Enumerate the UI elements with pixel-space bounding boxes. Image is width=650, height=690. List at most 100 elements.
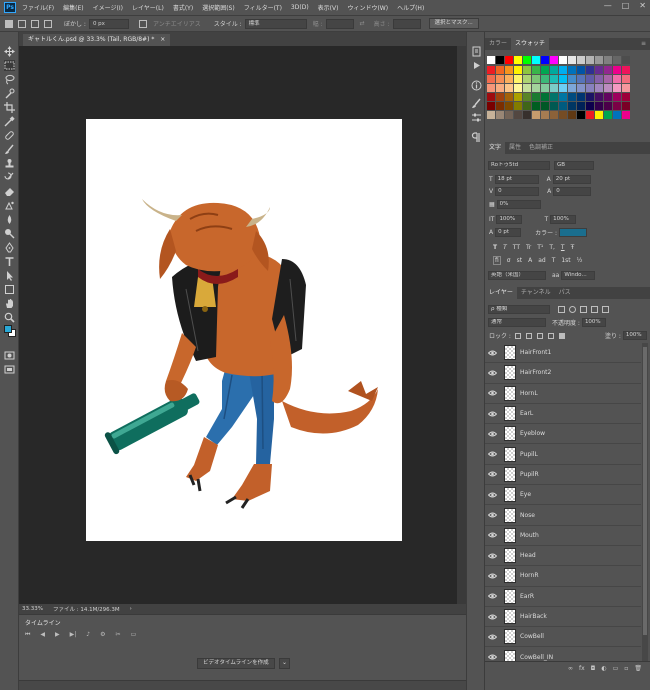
eyedropper-tool-icon[interactable]	[4, 116, 15, 127]
lock-position-icon[interactable]	[536, 332, 543, 339]
swash-button[interactable]: A	[528, 257, 532, 264]
feather-input[interactable]: 0 px	[88, 18, 129, 29]
horizontal-scale-input[interactable]: 100%	[550, 215, 577, 224]
layers-scrollbar-thumb[interactable]	[643, 347, 647, 635]
menu-help[interactable]: ヘルプ(H)	[397, 3, 424, 12]
brush-settings-icon[interactable]	[471, 98, 482, 109]
swatch-52[interactable]	[523, 93, 531, 101]
swatch-51[interactable]	[514, 93, 522, 101]
visibility-eye-icon[interactable]	[485, 350, 499, 356]
swatch-24[interactable]	[559, 75, 567, 83]
properties-icon[interactable]	[471, 112, 482, 123]
swatch-top-6[interactable]	[541, 56, 549, 64]
subtract-selection-icon[interactable]	[31, 19, 39, 28]
swatch-top-9[interactable]	[568, 56, 576, 64]
previous-frame-icon[interactable]: ◀	[40, 631, 45, 641]
visibility-eye-icon[interactable]	[485, 532, 499, 538]
swatch-65[interactable]	[496, 102, 504, 110]
filter-adjustment-icon[interactable]	[569, 306, 576, 313]
layer-row[interactable]: HornR	[485, 566, 641, 587]
swatch-21[interactable]	[532, 75, 540, 83]
faux-italic-button[interactable]: T	[503, 244, 507, 251]
swatch-47[interactable]	[622, 84, 630, 92]
quick-mask-icon[interactable]	[4, 350, 15, 361]
stylistic-alternates-button[interactable]: ad	[538, 257, 546, 264]
swatch-11[interactable]	[586, 66, 594, 74]
swatch-9[interactable]	[568, 66, 576, 74]
add-selection-icon[interactable]	[18, 19, 26, 28]
maximize-button[interactable]: □	[622, 1, 630, 10]
swatch-74[interactable]	[577, 102, 585, 110]
layer-row[interactable]: EarL	[485, 404, 641, 425]
zoom-level[interactable]: 33.33%	[22, 606, 43, 612]
paragraph-panel-icon[interactable]	[471, 132, 482, 143]
swatch-48[interactable]	[487, 93, 495, 101]
swatch-16[interactable]	[487, 75, 495, 83]
info-panel-icon[interactable]	[471, 80, 482, 91]
swatch-93[interactable]	[604, 111, 612, 119]
type-tool-icon[interactable]	[4, 256, 15, 267]
tracking-input[interactable]: 0	[553, 187, 592, 196]
lock-artboard-icon[interactable]	[547, 332, 554, 339]
swatch-38[interactable]	[541, 84, 549, 92]
swatch-72[interactable]	[559, 102, 567, 110]
close-button[interactable]: ✕	[639, 1, 646, 10]
swatch-70[interactable]	[541, 102, 549, 110]
swatch-30[interactable]	[613, 75, 621, 83]
minimize-button[interactable]: —	[604, 1, 612, 10]
style-select[interactable]: 標準	[244, 18, 307, 29]
go-to-first-frame-icon[interactable]: ⏮	[25, 631, 30, 641]
swatch-top-7[interactable]	[550, 56, 558, 64]
swatch-33[interactable]	[496, 84, 504, 92]
swatch-86[interactable]	[541, 111, 549, 119]
swatch-68[interactable]	[523, 102, 531, 110]
gradient-tool-icon[interactable]	[4, 200, 15, 211]
swatch-73[interactable]	[568, 102, 576, 110]
swatch-top-2[interactable]	[505, 56, 513, 64]
swatch-top-8[interactable]	[559, 56, 567, 64]
swatch-94[interactable]	[613, 111, 621, 119]
add-mask-icon[interactable]: ◘	[591, 665, 596, 672]
layer-row[interactable]: HairBack	[485, 607, 641, 628]
swatch-95[interactable]	[622, 111, 630, 119]
swap-icon[interactable]: ⇄	[360, 20, 365, 27]
discretionary-ligature-button[interactable]: st	[517, 257, 522, 264]
settings-icon[interactable]: ⚙	[100, 631, 105, 641]
swatch-12[interactable]	[595, 66, 603, 74]
swatch-32[interactable]	[487, 84, 495, 92]
swatch-6[interactable]	[541, 66, 549, 74]
visibility-eye-icon[interactable]	[485, 431, 499, 437]
zoom-tool-icon[interactable]	[4, 312, 15, 323]
swatch-10[interactable]	[577, 66, 585, 74]
swatch-top-1[interactable]	[496, 56, 504, 64]
quick-select-tool-icon[interactable]	[4, 88, 15, 99]
layer-filter-select[interactable]: ρ 種類	[488, 305, 550, 314]
swatch-45[interactable]	[604, 84, 612, 92]
visibility-eye-icon[interactable]	[485, 370, 499, 376]
dodge-tool-icon[interactable]	[4, 228, 15, 239]
marquee-tool-icon[interactable]	[4, 60, 15, 71]
layer-row[interactable]: HairFront1	[485, 343, 641, 364]
small-caps-button[interactable]: Tr	[526, 244, 531, 251]
visibility-eye-icon[interactable]	[485, 553, 499, 559]
layer-row[interactable]: CowBell	[485, 627, 641, 648]
brush-tool-icon[interactable]	[4, 144, 15, 155]
visibility-eye-icon[interactable]	[485, 390, 499, 396]
canvas-vertical-scrollbar[interactable]	[457, 46, 466, 604]
swatch-top-3[interactable]	[514, 56, 522, 64]
swatch-46[interactable]	[613, 84, 621, 92]
visibility-eye-icon[interactable]	[485, 512, 499, 518]
swatch-18[interactable]	[505, 75, 513, 83]
font-style-select[interactable]: GB	[554, 161, 594, 170]
swatch-35[interactable]	[514, 84, 522, 92]
transition-icon[interactable]: ▭	[131, 631, 137, 641]
visibility-eye-icon[interactable]	[485, 492, 499, 498]
language-select[interactable]: 英語（米国）	[488, 271, 546, 280]
filter-pixel-icon[interactable]	[558, 306, 565, 313]
swatch-41[interactable]	[568, 84, 576, 92]
swatch-50[interactable]	[505, 93, 513, 101]
new-layer-icon[interactable]: ▫	[624, 665, 628, 672]
swatch-43[interactable]	[586, 84, 594, 92]
text-color-swatch[interactable]	[559, 228, 588, 237]
swatch-77[interactable]	[604, 102, 612, 110]
